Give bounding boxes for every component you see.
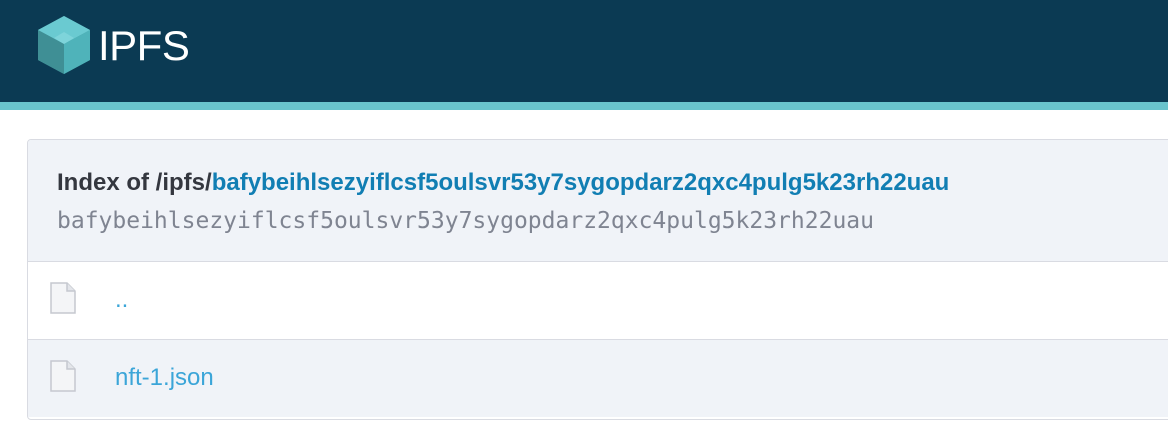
file-icon [50,282,76,314]
page-title: Index of /ipfs/bafybeihlsezyiflcsf5oulsv… [57,168,949,198]
directory-listing: Index of /ipfs/bafybeihlsezyiflcsf5oulsv… [27,139,1168,420]
ipfs-cube-icon[interactable] [36,14,92,76]
file-icon [50,360,76,392]
file-link-nft-1[interactable]: nft-1.json [115,362,214,394]
list-item[interactable]: nft-1.json [28,340,1168,417]
brand-name[interactable]: IPFS [98,22,190,70]
cid-link[interactable]: bafybeihlsezyiflcsf5oulsvr53y7sygopdarz2… [212,169,950,196]
index-prefix: Index of /ipfs/ [57,169,212,196]
header-stripe [0,102,1168,110]
listing-header: Index of /ipfs/bafybeihlsezyiflcsf5oulsv… [28,140,1168,262]
header-bar: IPFS [0,0,1168,102]
cid-text: bafybeihlsezyiflcsf5oulsvr53y7sygopdarz2… [57,208,874,234]
file-link-parent[interactable]: .. [115,284,128,316]
list-item[interactable]: .. [28,262,1168,340]
